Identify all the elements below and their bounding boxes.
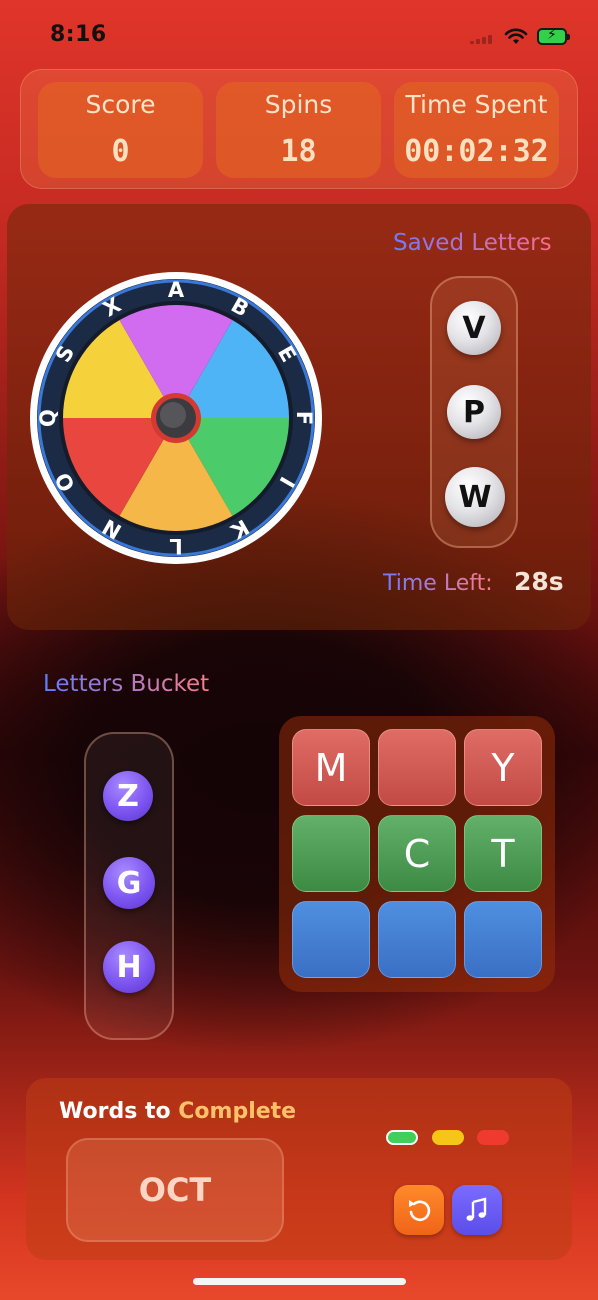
battery-icon: ⚡: [537, 27, 570, 45]
green-indicator: [386, 1130, 418, 1145]
bucket-letter[interactable]: H: [103, 941, 155, 993]
grid-tile[interactable]: M: [292, 729, 370, 806]
grid-tile[interactable]: [378, 729, 456, 806]
time-spent-value: 00:02:32: [404, 134, 549, 169]
bucket-letter[interactable]: G: [103, 857, 155, 909]
spins-card: Spins 18: [216, 82, 381, 178]
saved-letter[interactable]: V: [447, 301, 501, 355]
undo-icon: [409, 1200, 431, 1222]
saved-letter[interactable]: P: [447, 385, 501, 439]
home-indicator[interactable]: [193, 1278, 406, 1285]
saved-letters-title: Saved Letters: [393, 230, 552, 256]
grid-tile[interactable]: [292, 815, 370, 892]
time-left-value: 28s: [514, 567, 564, 596]
grid-tile[interactable]: Y: [464, 729, 542, 806]
undo-button[interactable]: [394, 1185, 444, 1235]
wheel-letter: Q: [36, 409, 60, 427]
music-icon: [466, 1197, 487, 1221]
time-left-label: Time Left:: [383, 571, 493, 596]
grid-tile[interactable]: C: [378, 815, 456, 892]
bucket-letter[interactable]: Z: [103, 771, 153, 821]
wheel-letter: A: [168, 278, 185, 302]
wheel-letter: F: [292, 411, 316, 425]
signal-icon: [470, 34, 496, 44]
yellow-indicator: [432, 1130, 464, 1145]
score-label: Score: [85, 90, 156, 119]
score-value: 0: [111, 134, 130, 169]
red-indicator: [477, 1130, 509, 1145]
spins-value: 18: [280, 134, 317, 169]
music-button[interactable]: [452, 1185, 502, 1235]
grid-tile[interactable]: T: [464, 815, 542, 892]
grid-tile[interactable]: [292, 901, 370, 978]
grid-tile[interactable]: [378, 901, 456, 978]
words-title-part1: Words to: [59, 1099, 171, 1124]
time-spent-card: Time Spent 00:02:32: [394, 82, 559, 178]
score-card: Score 0: [38, 82, 203, 178]
spins-label: Spins: [264, 90, 333, 119]
time-spent-label: Time Spent: [405, 90, 548, 119]
saved-letter[interactable]: W: [445, 467, 505, 527]
wifi-icon: [504, 28, 528, 44]
wheel-letter: L: [169, 534, 182, 558]
letter-wheel[interactable]: ABEFIKLNOQSX: [28, 270, 324, 566]
words-title-part2: Complete: [178, 1099, 297, 1124]
current-word: OCT: [66, 1138, 284, 1242]
grid-tile[interactable]: [464, 901, 542, 978]
words-to-complete-title: Words to Complete: [59, 1099, 296, 1124]
status-time: 8:16: [50, 22, 107, 47]
letters-bucket-title: Letters Bucket: [43, 671, 210, 697]
